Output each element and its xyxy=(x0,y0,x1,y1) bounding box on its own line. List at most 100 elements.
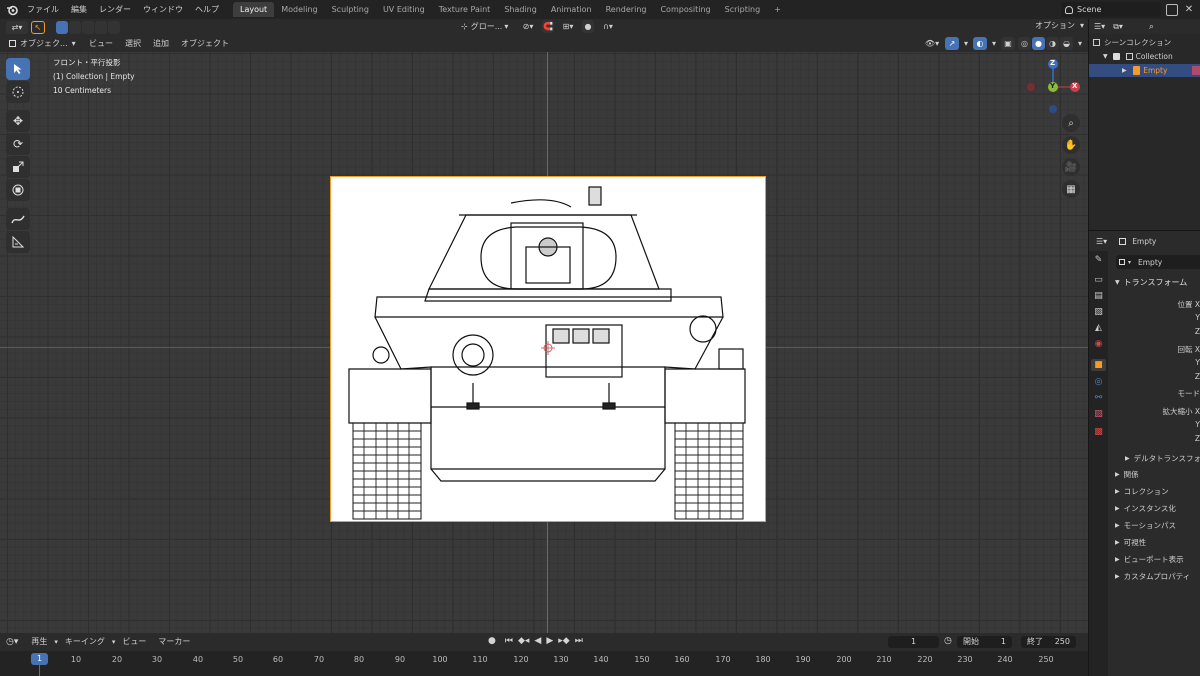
preview-range-icon[interactable]: ◷ xyxy=(944,636,952,646)
select-new-icon[interactable] xyxy=(56,21,68,34)
instancing-panel[interactable]: ▶ インスタンス化 xyxy=(1115,503,1190,514)
current-frame-field[interactable]: 1 xyxy=(888,636,939,648)
outliner-row-empty[interactable]: ▶ Empty xyxy=(1089,64,1200,77)
new-scene-icon[interactable] xyxy=(1166,3,1178,16)
rotate-tool-icon[interactable]: ⟳ xyxy=(6,133,30,155)
object-name-field[interactable]: ▾ Empty xyxy=(1116,255,1200,269)
next-keyframe-icon[interactable]: ▸◆ xyxy=(558,636,569,646)
perspective-toggle-icon[interactable]: ▦ xyxy=(1062,180,1080,198)
menu-file[interactable]: ファイル xyxy=(21,0,65,19)
overlays-toggle-icon[interactable]: ◐ xyxy=(973,37,987,50)
reference-image-empty[interactable] xyxy=(330,176,766,522)
tab-shading[interactable]: Shading xyxy=(497,2,544,17)
pan-hand-icon[interactable]: ✋ xyxy=(1062,136,1080,154)
jump-start-icon[interactable]: ⏮ xyxy=(505,636,513,646)
playback-menu[interactable]: 再生 xyxy=(26,636,52,647)
object-tab-icon[interactable]: ■ xyxy=(1091,359,1106,371)
tab-scripting[interactable]: Scripting xyxy=(718,2,768,17)
snap-target-dropdown[interactable]: ⊞▾ xyxy=(558,20,578,33)
rendered-shading-icon[interactable]: ◒ xyxy=(1060,37,1073,50)
display-mode-icon[interactable]: ⧉▾ xyxy=(1113,22,1123,32)
xray-toggle-icon[interactable]: ▣ xyxy=(1001,37,1015,50)
scene-selector[interactable]: Scene xyxy=(1061,2,1161,17)
menu-edit[interactable]: 編集 xyxy=(65,0,93,19)
options-dropdown[interactable]: オプション ▾ xyxy=(1030,20,1084,31)
cursor-tool-icon[interactable] xyxy=(6,81,30,103)
select-intersect-icon[interactable] xyxy=(108,21,120,34)
editor-type-icon[interactable]: ☰▾ xyxy=(1094,22,1105,31)
output-tab-icon[interactable]: ▤ xyxy=(1094,291,1103,301)
visibility-panel[interactable]: ▶ 可視性 xyxy=(1115,537,1190,548)
tool-type-dropdown[interactable]: ⇄▾ xyxy=(6,21,28,34)
record-icon[interactable]: ● xyxy=(488,636,496,646)
tab-layout[interactable]: Layout xyxy=(233,2,275,17)
search-icon[interactable]: ⌕ xyxy=(1149,22,1154,32)
delete-scene-icon[interactable]: ✕ xyxy=(1183,4,1195,16)
menu-help[interactable]: ヘルプ xyxy=(189,0,225,19)
3d-viewport[interactable]: ✥ ⟳ フロント・平行投影 (1) Collection | Empty 10 … xyxy=(0,52,1088,633)
outliner-row-scene-collection[interactable]: シーンコレクション xyxy=(1093,37,1171,48)
end-frame-field[interactable]: 終了 250 xyxy=(1021,636,1076,648)
scale-tool-icon[interactable] xyxy=(6,156,30,178)
viewport-menu-view[interactable]: ビュー xyxy=(84,38,118,49)
delta-transform-section[interactable]: ▶ デルタトランスフォーム xyxy=(1125,453,1200,464)
navigation-gizmo[interactable]: Z Y X xyxy=(1022,56,1084,118)
prev-keyframe-icon[interactable]: ◆◂ xyxy=(518,636,529,646)
zoom-icon[interactable]: ⌕ xyxy=(1062,114,1080,132)
viewport-menu-add[interactable]: 追加 xyxy=(148,38,174,49)
custom-properties-panel[interactable]: ▶ カスタムプロパティ xyxy=(1115,571,1190,582)
editor-type-icon[interactable]: ☰▾ xyxy=(1096,237,1107,246)
start-frame-field[interactable]: 開始 1 xyxy=(957,636,1012,648)
camera-view-icon[interactable]: 🎥 xyxy=(1062,158,1080,176)
viewport-menu-object[interactable]: オブジェクト xyxy=(176,38,234,49)
move-tool-icon[interactable]: ✥ xyxy=(6,110,30,132)
wireframe-shading-icon[interactable]: ◎ xyxy=(1018,37,1031,50)
tab-modeling[interactable]: Modeling xyxy=(274,2,324,17)
timeline-editor-icon[interactable]: ◷▾ xyxy=(6,637,18,647)
world-tab-icon[interactable]: ◉ xyxy=(1095,339,1103,349)
area-divider[interactable] xyxy=(1088,19,1089,676)
outliner-row-collection[interactable]: ▼ Collection xyxy=(1103,52,1173,61)
transform-section-header[interactable]: ▼ トランスフォーム xyxy=(1115,277,1187,288)
visibility-dropdown[interactable]: 👁▾ xyxy=(922,37,942,50)
menu-window[interactable]: ウィンドウ xyxy=(137,0,189,19)
timeline-view-menu[interactable]: ビュー xyxy=(117,636,151,647)
select-extend-icon[interactable] xyxy=(69,21,81,34)
falloff-dropdown[interactable]: ∩▾ xyxy=(598,20,618,33)
overlays-dropdown[interactable]: ▾ xyxy=(990,37,998,50)
texture-tab-icon[interactable]: ▩ xyxy=(1094,427,1103,437)
material-shading-icon[interactable]: ◑ xyxy=(1046,37,1059,50)
select-subtract-icon[interactable] xyxy=(82,21,94,34)
tab-animation[interactable]: Animation xyxy=(544,2,599,17)
jump-end-icon[interactable]: ⏭ xyxy=(575,636,583,646)
pivot-point-dropdown[interactable]: ⊘▾ xyxy=(518,20,538,33)
mode-dropdown[interactable]: オブジェク... ▾ xyxy=(6,37,82,50)
timeline-ruler[interactable]: 1 10 20 30 40 50 60 70 80 90 100 110 120… xyxy=(0,651,1088,676)
marker-menu[interactable]: マーカー xyxy=(153,636,195,647)
object-data-tab-icon[interactable]: ▨ xyxy=(1094,409,1103,419)
collections-panel[interactable]: ▶ コレクション xyxy=(1115,486,1190,497)
constraints-tab-icon[interactable]: ⚯ xyxy=(1095,393,1103,403)
relations-panel[interactable]: ▶ 関係 xyxy=(1115,469,1190,480)
tab-compositing[interactable]: Compositing xyxy=(653,2,717,17)
tab-texture-paint[interactable]: Texture Paint xyxy=(432,2,498,17)
snap-toggle-icon[interactable]: 🧲 xyxy=(542,20,554,33)
view-layer-tab-icon[interactable]: ▧ xyxy=(1094,307,1103,317)
shading-dropdown[interactable]: ▾ xyxy=(1076,37,1084,50)
transform-tool-icon[interactable] xyxy=(6,179,30,201)
tab-sculpting[interactable]: Sculpting xyxy=(325,2,376,17)
tool-tab-icon[interactable]: ✎ xyxy=(1095,255,1103,265)
viewport-menu-select[interactable]: 選択 xyxy=(120,38,146,49)
gizmo-dropdown[interactable]: ▾ xyxy=(962,37,970,50)
keying-menu[interactable]: キーイング xyxy=(60,636,110,647)
motion-paths-panel[interactable]: ▶ モーションパス xyxy=(1115,520,1190,531)
physics-tab-icon[interactable]: ◎ xyxy=(1095,377,1103,387)
blender-logo-icon[interactable] xyxy=(3,0,21,19)
viewport-display-panel[interactable]: ▶ ビューポート表示 xyxy=(1115,554,1190,565)
select-tool-icon[interactable] xyxy=(6,58,30,80)
proportional-editing-icon[interactable]: ● xyxy=(582,20,594,33)
select-invert-icon[interactable] xyxy=(95,21,107,34)
playhead-marker[interactable]: 1 xyxy=(31,653,48,665)
annotate-tool-icon[interactable] xyxy=(6,208,30,230)
area-divider[interactable] xyxy=(1089,230,1200,231)
